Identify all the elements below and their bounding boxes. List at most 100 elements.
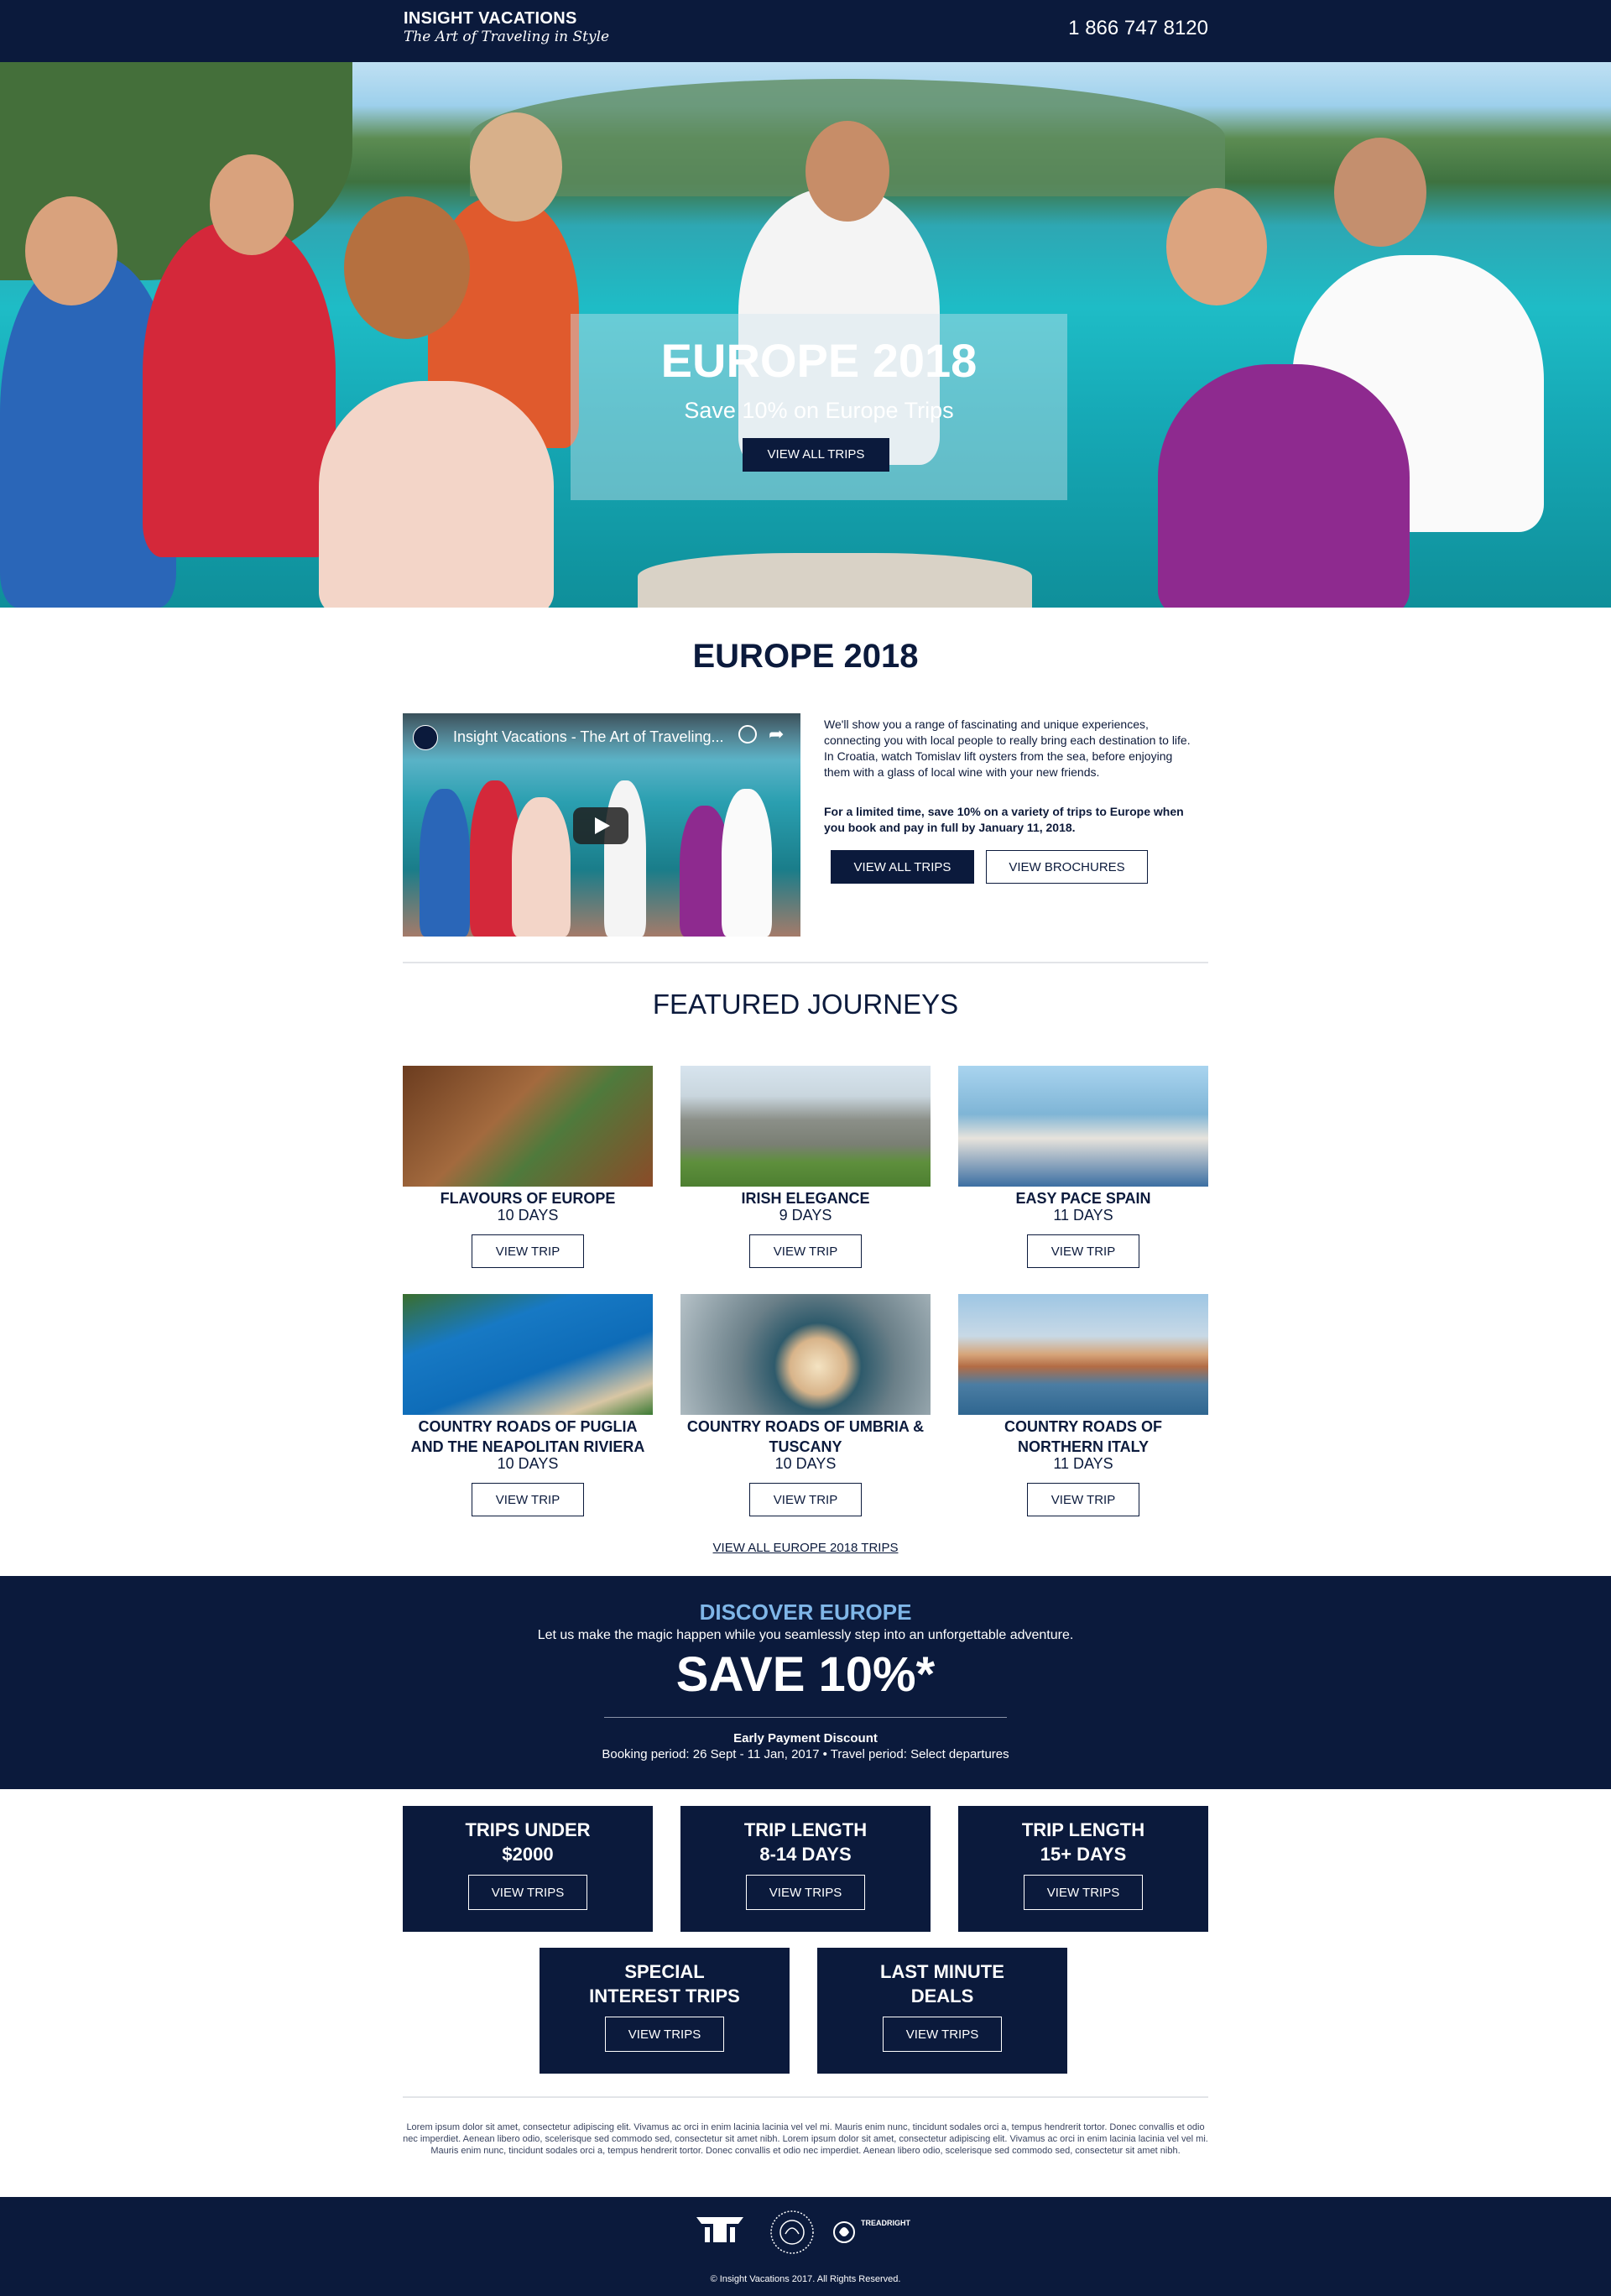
journey-days: 11 DAYS [1053,1455,1113,1472]
oyster-plates [638,553,1032,608]
watch-later-icon[interactable] [738,725,757,744]
hero-head-1 [25,196,117,305]
journey-name-line-2: AND THE NEAPOLITAN RIVIERA [410,1438,645,1455]
tile-label-line-1: SPECIAL [624,1961,705,1982]
food-table-image[interactable] [403,1066,653,1187]
video-title[interactable]: Insight Vacations - The Art of Traveling… [453,728,724,746]
hero-banner: EUROPE 2018 Save 10% on Europe Trips VIE… [0,62,1611,608]
hero-title: EUROPE 2018 [660,334,978,387]
insight-crest-logo[interactable] [693,2214,747,2247]
hero-person-2 [143,222,336,557]
video-player[interactable]: Insight Vacations - The Art of Traveling… [403,713,800,937]
brand-name[interactable]: INSIGHT VACATIONS [404,9,577,29]
view-trips-button[interactable]: VIEW TRIPS [883,2017,1002,2052]
hero-overlay-panel: EUROPE 2018 Save 10% on Europe Trips VIE… [571,314,1067,500]
tile-label-line-2: DEALS [910,1986,974,2006]
channel-logo-icon[interactable] [413,725,438,750]
view-trip-button[interactable]: VIEW TRIP [1027,1483,1139,1516]
tile-label-line-1: TRIP LENGTH [1021,1819,1145,1840]
share-icon[interactable]: ➦ [769,723,784,745]
tile-label: TRIPS UNDER $2000 [403,1818,653,1866]
coast-image[interactable] [403,1294,653,1415]
journey-days: 9 DAYS [779,1207,832,1224]
footer: TREADRIGHT © Insight Vacations 2017. All… [0,2197,1611,2296]
discover-banner: DISCOVER EUROPE Let us make the magic ha… [0,1576,1611,1789]
journey-name: EASY PACE SPAIN [1015,1190,1151,1207]
journey-name: FLAVOURS OF EUROPE [440,1190,616,1207]
intro-paragraph: We'll show you a range of fascinating an… [824,718,1191,779]
view-trip-button[interactable]: VIEW TRIP [749,1483,862,1516]
view-brochures-button[interactable]: VIEW BROCHURES [986,850,1148,884]
family-of-brands-seal-logo[interactable] [769,2209,816,2256]
tile-label: LAST MINUTE DEALS [817,1959,1067,2008]
top-header: INSIGHT VACATIONS The Art of Traveling i… [0,0,1611,62]
tile-label-line-2: 8-14 DAYS [759,1844,852,1865]
hero-person-4 [319,381,554,608]
journey-name-line-2: NORTHERN ITALY [1017,1438,1149,1455]
harbour-couple-image[interactable] [958,1066,1208,1187]
video-person-4 [604,780,646,937]
discover-title: DISCOVER EUROPE [699,1599,912,1625]
hero-head-7 [1166,188,1267,305]
castle-image[interactable] [680,1066,931,1187]
journey-days: 11 DAYS [1053,1207,1113,1224]
view-trips-button[interactable]: VIEW TRIPS [1024,1875,1143,1910]
tile-trips-under-2000[interactable]: TRIPS UNDER $2000 VIEW TRIPS [403,1806,653,1932]
tile-trip-length-15-plus[interactable]: TRIP LENGTH 15+ DAYS VIEW TRIPS [958,1806,1208,1932]
play-button-icon[interactable] [573,807,628,844]
copyright: © Insight Vacations 2017. All Rights Res… [710,2274,901,2284]
journey-name-line-1: COUNTRY ROADS OF PUGLIA [418,1418,638,1435]
view-all-trips-button[interactable]: VIEW ALL TRIPS [831,850,974,884]
tile-special-interest[interactable]: SPECIAL INTEREST TRIPS VIEW TRIPS [540,1948,790,2074]
tile-label: TRIP LENGTH 8-14 DAYS [680,1818,931,1866]
view-trips-button[interactable]: VIEW TRIPS [605,2017,724,2052]
tile-label-line-2: INTEREST TRIPS [589,1986,740,2006]
view-trips-button[interactable]: VIEW TRIPS [468,1875,587,1910]
discover-subtitle: Let us make the magic happen while you s… [537,1628,1074,1642]
legal-text: Lorem ipsum dolor sit amet, consectetur … [403,2122,1208,2156]
view-all-europe-trips-link[interactable]: VIEW ALL EUROPE 2018 TRIPS [0,1541,1611,1555]
treadright-text: TREADRIGHT [861,2219,910,2227]
video-person-1 [420,789,470,937]
tile-label-line-1: TRIP LENGTH [743,1819,868,1840]
tile-label-line-2: 15+ DAYS [1040,1844,1127,1865]
intro-offer: For a limited time, save 10% on a variet… [824,805,1184,834]
discount-detail: Booking period: 26 Sept - 11 Jan, 2017 •… [602,1747,1009,1761]
hero-head-2 [210,154,294,255]
save-percentage: SAVE 10%* [675,1647,936,1702]
hero-head-4 [344,196,470,339]
divider [403,2096,1208,2098]
view-trip-button[interactable]: VIEW TRIP [472,1234,584,1268]
bowl-dish-image[interactable] [680,1294,931,1415]
tile-trip-length-8-14[interactable]: TRIP LENGTH 8-14 DAYS VIEW TRIPS [680,1806,931,1932]
featured-title: FEATURED JOURNEYS [652,989,959,1020]
journey-name-line-2: TUSCANY [769,1438,842,1455]
brand-tagline: The Art of Traveling in Style [404,29,610,45]
hero-subtitle: Save 10% on Europe Trips [684,398,954,423]
journey-name-line-1: COUNTRY ROADS OF UMBRIA & [686,1418,925,1435]
view-trip-button[interactable]: VIEW TRIP [1027,1234,1139,1268]
tile-label-line-1: TRIPS UNDER [465,1819,591,1840]
journey-name: COUNTRY ROADS OF PUGLIA AND THE NEAPOLITA… [394,1417,661,1457]
view-trip-button[interactable]: VIEW TRIP [472,1483,584,1516]
tile-label-line-1: LAST MINUTE [880,1961,1004,1982]
divider [403,962,1208,963]
journey-name: IRISH ELEGANCE [741,1190,870,1207]
section-title: EUROPE 2018 [692,638,919,675]
view-trips-button[interactable]: VIEW TRIPS [746,1875,865,1910]
lake-town-image[interactable] [958,1294,1208,1415]
view-trip-button[interactable]: VIEW TRIP [749,1234,862,1268]
hero-view-all-trips-button[interactable]: VIEW ALL TRIPS [743,438,889,472]
journey-days: 10 DAYS [497,1207,559,1224]
discount-label: Early Payment Discount [733,1731,878,1745]
journey-name: COUNTRY ROADS OF UMBRIA & TUSCANY [672,1417,939,1457]
tile-label-line-2: $2000 [502,1844,554,1865]
journey-name: COUNTRY ROADS OF NORTHERN ITALY [950,1417,1217,1457]
tile-last-minute-deals[interactable]: LAST MINUTE DEALS VIEW TRIPS [817,1948,1067,2074]
discover-divider [604,1717,1007,1718]
tile-label: TRIP LENGTH 15+ DAYS [958,1818,1208,1866]
hero-person-7 [1158,364,1410,608]
phone-number[interactable]: 1 866 747 8120 [1068,17,1208,40]
tile-label: SPECIAL INTEREST TRIPS [540,1959,790,2008]
journey-days: 10 DAYS [497,1455,559,1472]
